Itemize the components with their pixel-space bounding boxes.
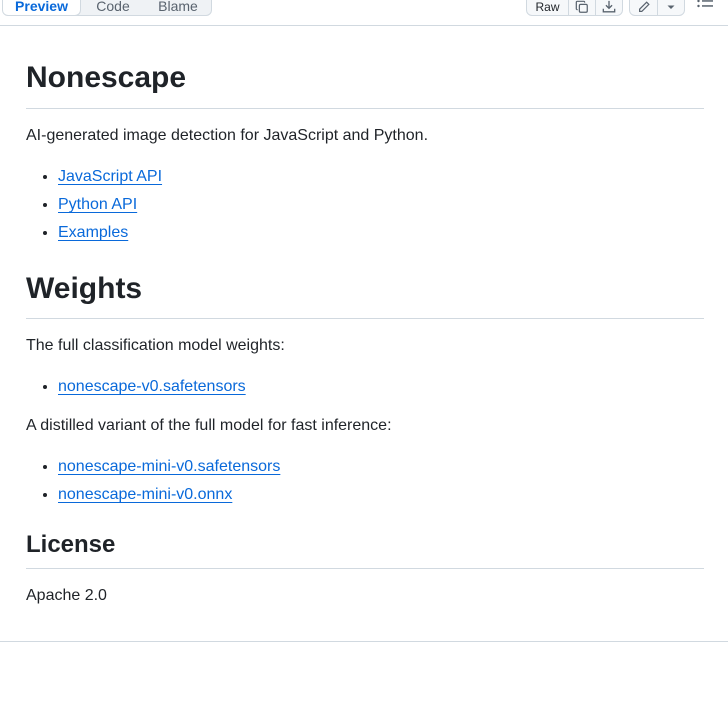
list-item: nonescape-mini-v0.safetensors xyxy=(58,457,280,485)
link-python-api[interactable]: Python API xyxy=(58,196,137,213)
file-actions-group: Raw xyxy=(526,0,623,16)
copy-raw-button[interactable] xyxy=(568,0,595,15)
license-heading: License xyxy=(26,531,116,558)
view-mode-switcher: Preview Code Blame xyxy=(2,0,212,16)
triangle-down-icon xyxy=(667,5,675,9)
edit-file-button[interactable] xyxy=(630,0,657,15)
intro-text: AI-generated image detection for JavaScr… xyxy=(26,127,429,144)
list-item: nonescape-mini-v0.onnx xyxy=(58,485,280,513)
tab-code[interactable]: Code xyxy=(81,0,145,15)
file-toolbar: Preview Code Blame Raw xyxy=(0,0,728,26)
page-title: Nonescape xyxy=(26,61,187,94)
license-divider xyxy=(26,568,704,569)
list-item: nonescape-v0.safetensors xyxy=(58,377,246,405)
distilled-text: A distilled variant of the full model fo… xyxy=(26,417,392,434)
download-button[interactable] xyxy=(595,0,622,15)
tab-blame[interactable]: Blame xyxy=(145,0,211,15)
weights-text: The full classification model weights: xyxy=(26,337,285,354)
link-nonescape-v0-safetensors[interactable]: nonescape-v0.safetensors xyxy=(58,378,246,395)
tab-preview[interactable]: Preview xyxy=(3,0,81,15)
link-nonescape-mini-v0-onnx[interactable]: nonescape-mini-v0.onnx xyxy=(58,486,232,503)
weights-links-list: nonescape-v0.safetensors xyxy=(26,377,246,405)
list-item: JavaScript API xyxy=(58,167,162,195)
edit-actions-group xyxy=(629,0,685,16)
weights-heading: Weights xyxy=(26,272,143,305)
weights-divider xyxy=(26,318,704,319)
link-examples[interactable]: Examples xyxy=(58,224,128,241)
raw-button[interactable]: Raw xyxy=(527,0,568,15)
license-text: Apache 2.0 xyxy=(26,587,107,604)
pencil-icon xyxy=(638,1,650,12)
content-bottom-border xyxy=(0,641,728,642)
download-icon xyxy=(602,0,616,13)
title-divider xyxy=(26,108,704,109)
copy-icon xyxy=(575,0,588,13)
list-item: Python API xyxy=(58,195,162,223)
list-item: Examples xyxy=(58,223,162,251)
distilled-links-list: nonescape-mini-v0.safetensors nonescape-… xyxy=(26,457,280,513)
link-nonescape-mini-v0-safetensors[interactable]: nonescape-mini-v0.safetensors xyxy=(58,458,280,475)
link-javascript-api[interactable]: JavaScript API xyxy=(58,168,162,185)
api-links-list: JavaScript API Python API Examples xyxy=(26,167,162,251)
list-outline-icon[interactable] xyxy=(697,0,713,12)
more-edit-options-button[interactable] xyxy=(657,0,684,15)
